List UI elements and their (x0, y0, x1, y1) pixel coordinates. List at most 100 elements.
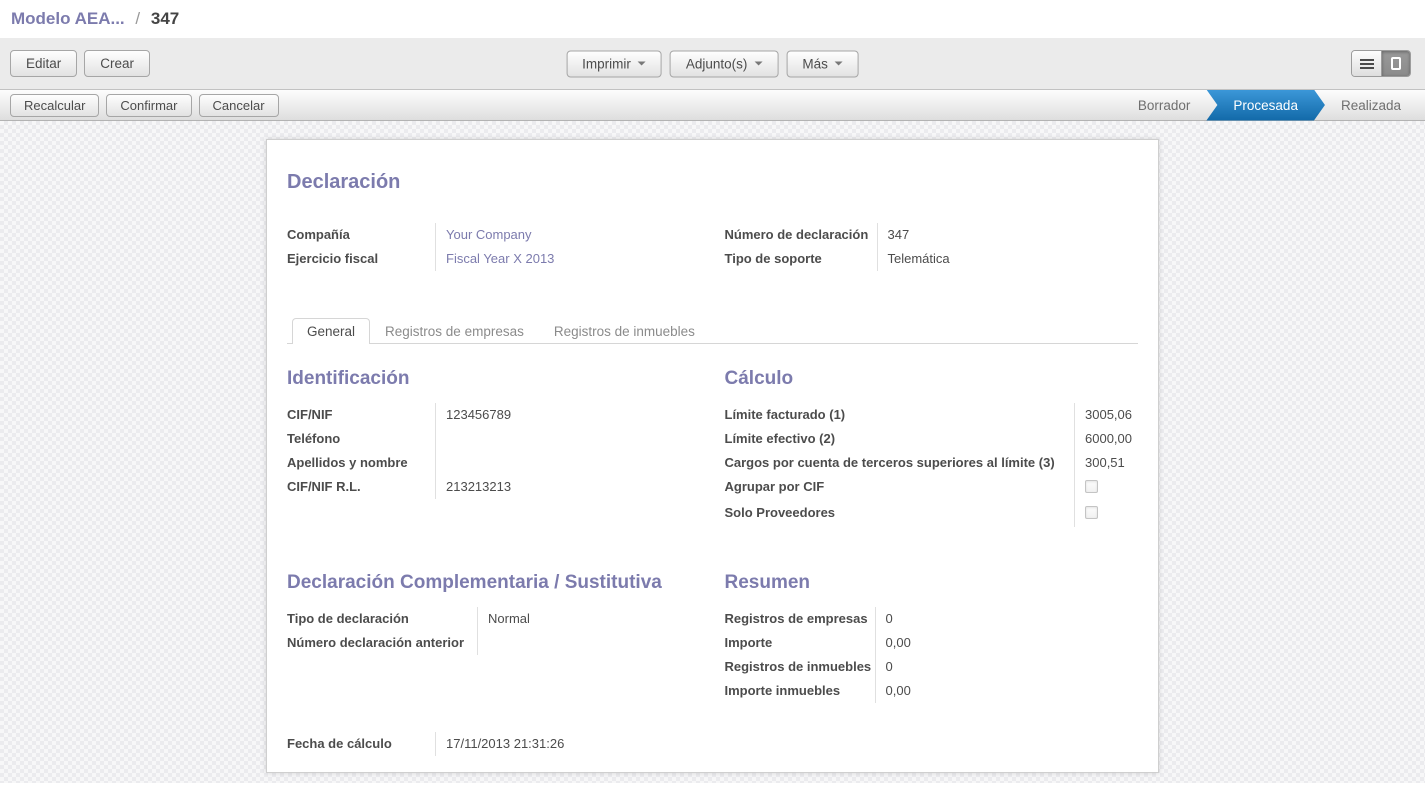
field-apellidos-nombre: Apellidos y nombre (287, 451, 701, 475)
field-value (1074, 475, 1138, 501)
header-fields: Compañía Your Company Ejercicio fiscal F… (287, 223, 1138, 271)
field-value (1074, 501, 1138, 527)
field-limite-facturado: Límite facturado (1) 3005,06 (725, 403, 1139, 427)
cancel-button[interactable]: Cancelar (199, 94, 279, 117)
field-importe-inmuebles: Importe inmuebles 0,00 (725, 679, 1139, 703)
attachments-label: Adjunto(s) (686, 56, 748, 71)
breadcrumb: Modelo AEA... / 347 (11, 9, 179, 29)
field-label: Agrupar por CIF (725, 475, 1075, 501)
page-title: Declaración (287, 171, 1138, 194)
field-value: Normal (477, 607, 701, 631)
state-procesada[interactable]: Procesada (1206, 90, 1325, 121)
breadcrumb-parent-link[interactable]: Modelo AEA... (11, 9, 125, 28)
sections-row-2: Declaración Complementaria / Sustitutiva… (287, 572, 1138, 703)
field-label: Registros de inmuebles (725, 655, 875, 679)
chevron-down-icon (754, 62, 762, 66)
state-realizada[interactable]: Realizada (1325, 90, 1417, 121)
print-label: Imprimir (582, 56, 631, 71)
field-value: 6000,00 (1074, 427, 1138, 451)
field-fecha-calculo: Fecha de cálculo 17/11/2013 21:31:26 (287, 732, 704, 756)
state-borrador[interactable]: Borrador (1122, 90, 1207, 121)
field-label: CIF/NIF R.L. (287, 475, 435, 499)
field-limite-efectivo: Límite efectivo (2) 6000,00 (725, 427, 1139, 451)
field-label: Apellidos y nombre (287, 451, 435, 475)
list-view-button[interactable] (1352, 51, 1381, 76)
print-dropdown-button[interactable]: Imprimir (566, 50, 662, 77)
solo-proveedores-checkbox[interactable] (1085, 506, 1098, 519)
field-label: Registros de empresas (725, 607, 875, 631)
sections-row-1: Identificación CIF/NIF 123456789 Teléfon… (287, 368, 1138, 527)
fiscal-year-link[interactable]: Fiscal Year X 2013 (435, 247, 701, 271)
field-numero-declaracion-anterior: Número declaración anterior (287, 631, 701, 655)
more-label: Más (802, 56, 828, 71)
form-sheet: Declaración Compañía Your Company Ejerci… (266, 139, 1159, 773)
field-label: Teléfono (287, 427, 435, 451)
field-value (477, 631, 701, 655)
field-label: Tipo de declaración (287, 607, 477, 631)
section-title: Declaración Complementaria / Sustitutiva (287, 572, 701, 594)
field-label: CIF/NIF (287, 403, 435, 427)
field-compania: Compañía Your Company (287, 223, 701, 247)
field-label: Compañía (287, 223, 435, 247)
form-view-button[interactable] (1381, 51, 1410, 76)
tab-registros-empresas[interactable]: Registros de empresas (370, 318, 539, 344)
field-label: Solo Proveedores (725, 501, 1075, 527)
field-value: 0,00 (875, 631, 1139, 655)
field-label: Importe (725, 631, 875, 655)
agrupar-por-cif-checkbox[interactable] (1085, 480, 1098, 493)
field-label: Importe inmuebles (725, 679, 875, 703)
chevron-down-icon (835, 62, 843, 66)
confirm-button[interactable]: Confirmar (106, 94, 191, 117)
header-fields-right: Número de declaración 347 Tipo de soport… (725, 223, 1139, 271)
field-label: Cargos por cuenta de terceros superiores… (725, 451, 1075, 475)
control-toolbar: Editar Crear Imprimir Adjunto(s) Más (0, 38, 1425, 90)
field-tipo-declaracion: Tipo de declaración Normal (287, 607, 701, 631)
field-value: 123456789 (435, 403, 701, 427)
field-value: 0,00 (875, 679, 1139, 703)
field-value: 3005,06 (1074, 403, 1138, 427)
field-solo-proveedores: Solo Proveedores (725, 501, 1139, 527)
edit-button[interactable]: Editar (10, 50, 77, 77)
chevron-down-icon (638, 62, 646, 66)
create-button[interactable]: Crear (84, 50, 150, 77)
field-registros-empresas: Registros de empresas 0 (725, 607, 1139, 631)
list-icon (1360, 59, 1374, 69)
field-value: 17/11/2013 21:31:26 (435, 732, 704, 756)
field-label: Límite facturado (1) (725, 403, 1075, 427)
action-statusbar: Recalcular Confirmar Cancelar Borrador P… (0, 90, 1425, 121)
field-registros-inmuebles: Registros de inmuebles 0 (725, 655, 1139, 679)
section-title: Cálculo (725, 368, 1139, 390)
company-link[interactable]: Your Company (435, 223, 701, 247)
tab-general[interactable]: General (292, 318, 370, 344)
field-cargos-terceros: Cargos por cuenta de terceros superiores… (725, 451, 1139, 475)
field-cif-nif-rl: CIF/NIF R.L. 213213213 (287, 475, 701, 499)
more-dropdown-button[interactable]: Más (786, 50, 859, 77)
field-numero-declaracion: Número de declaración 347 (725, 223, 1139, 247)
field-label: Tipo de soporte (725, 247, 877, 271)
field-tipo-soporte: Tipo de soporte Telemática (725, 247, 1139, 271)
tab-registros-inmuebles[interactable]: Registros de inmuebles (539, 318, 710, 344)
field-value: 347 (877, 223, 1139, 247)
form-icon (1391, 57, 1401, 70)
section-resumen: Resumen Registros de empresas 0 Importe … (725, 572, 1139, 703)
section-identificacion: Identificación CIF/NIF 123456789 Teléfon… (287, 368, 701, 527)
breadcrumb-separator: / (135, 9, 140, 28)
field-agrupar-por-cif: Agrupar por CIF (725, 475, 1139, 501)
breadcrumb-current: 347 (151, 9, 179, 28)
field-cif-nif: CIF/NIF 123456789 (287, 403, 701, 427)
field-label: Número de declaración (725, 223, 877, 247)
field-label: Fecha de cálculo (287, 732, 435, 756)
recalculate-button[interactable]: Recalcular (10, 94, 99, 117)
attachments-dropdown-button[interactable]: Adjunto(s) (670, 50, 779, 77)
notebook-tabs: General Registros de empresas Registros … (287, 317, 1138, 344)
field-label: Ejercicio fiscal (287, 247, 435, 271)
field-telefono: Teléfono (287, 427, 701, 451)
view-switcher (1351, 50, 1411, 77)
field-value (435, 427, 701, 451)
section-title: Identificación (287, 368, 701, 390)
field-value: 0 (875, 607, 1139, 631)
field-value: 213213213 (435, 475, 701, 499)
field-label: Número declaración anterior (287, 631, 477, 655)
section-title: Resumen (725, 572, 1139, 594)
breadcrumb-bar: Modelo AEA... / 347 (0, 0, 1425, 38)
